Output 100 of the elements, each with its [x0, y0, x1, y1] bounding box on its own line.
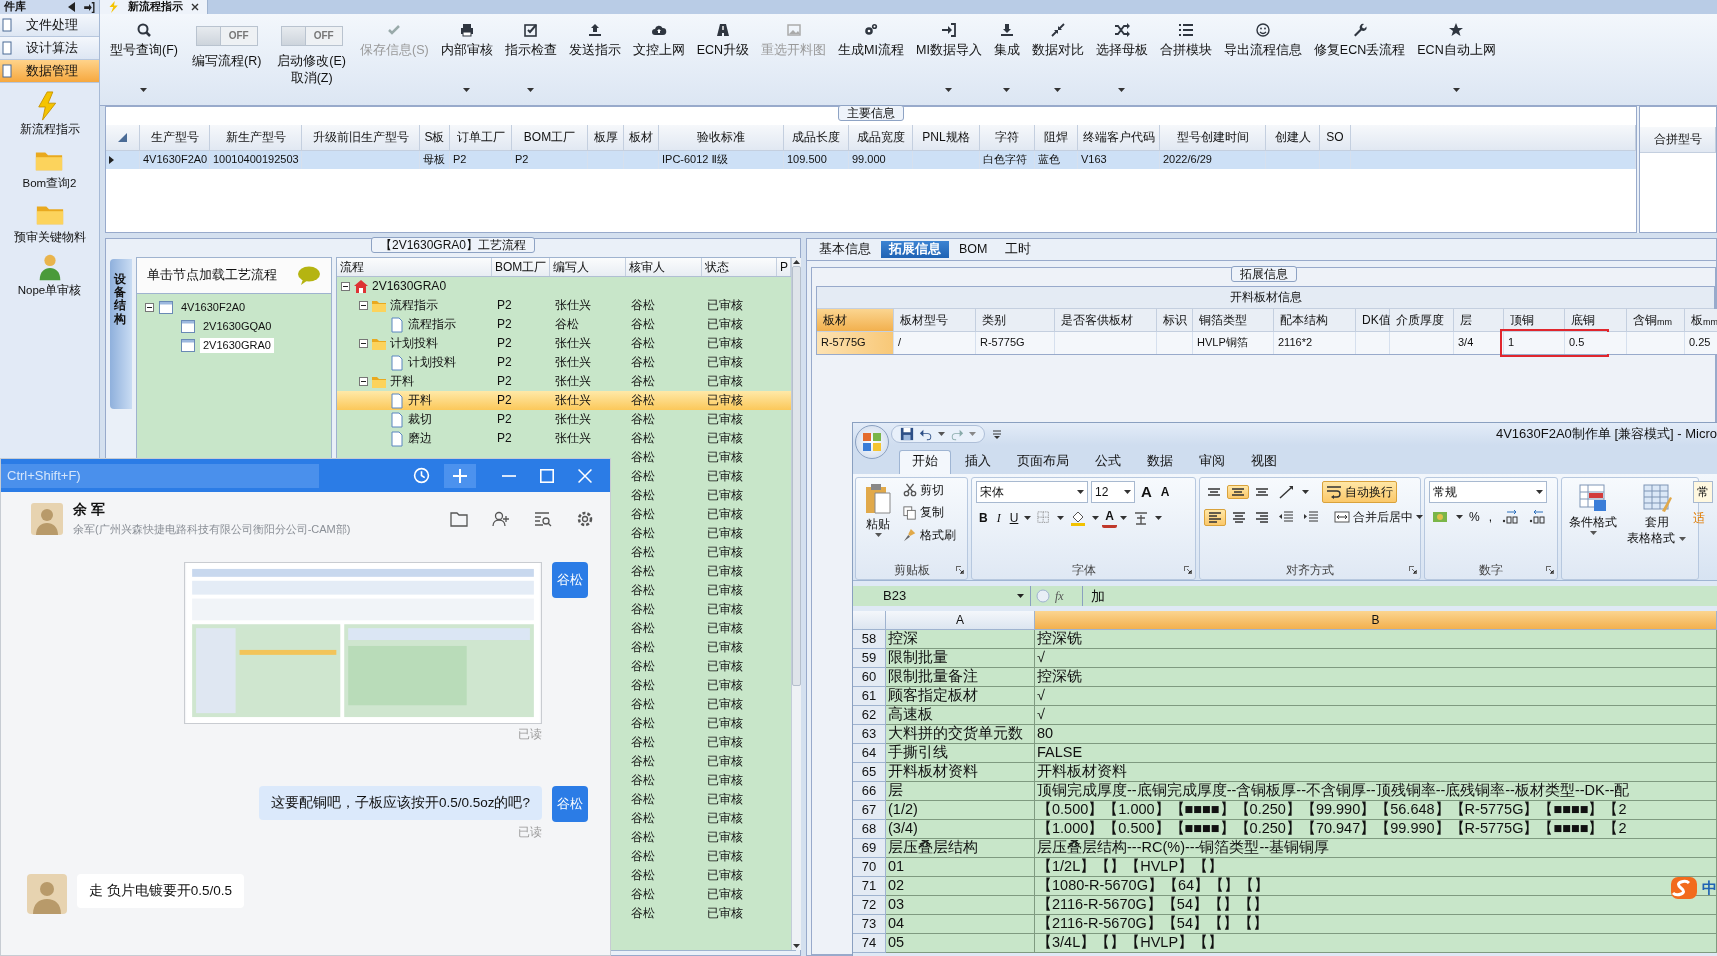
row-header[interactable]: 69 — [853, 839, 886, 858]
table-cell[interactable]: 控深铣 — [1037, 668, 1082, 686]
font-size-field[interactable]: 12 — [1091, 481, 1135, 503]
document-tab[interactable]: 新流程指示 — [100, 0, 208, 14]
font-color-button[interactable]: A — [1102, 507, 1117, 529]
tree-node[interactable]: 4V1630F2A0 — [178, 299, 249, 316]
exit-icon[interactable] — [83, 1, 95, 13]
table-cell[interactable]: 【2116-R-5670G】【54】【】【】 — [1037, 896, 1268, 914]
tab[interactable]: 公式 — [1083, 451, 1133, 474]
shortcut-button[interactable]: 预审关键物料 — [13, 198, 86, 245]
row-header[interactable]: 59 — [853, 649, 886, 668]
table-cell[interactable]: 【0.500】【1.000】【■■■■】【0.250】【99.990】【56.648】【R-5775G】【■■■■】【2 — [1037, 801, 1627, 819]
table-cell[interactable]: √ — [1037, 687, 1045, 705]
collapse-left-icon[interactable] — [68, 2, 75, 12]
row-header[interactable]: 68 — [853, 820, 886, 839]
row-header[interactable]: 65 — [853, 763, 886, 782]
shortcut-button[interactable]: 新流程指示 — [19, 91, 80, 137]
table-cell[interactable]: 01 — [888, 858, 905, 876]
table-cell[interactable]: 层压叠层结构 — [888, 839, 978, 857]
shortcut-button[interactable]: Nope单审核 — [17, 252, 82, 299]
launcher-icon[interactable] — [1409, 566, 1417, 574]
settings-icon[interactable] — [576, 510, 594, 528]
add-user-icon[interactable] — [492, 511, 510, 527]
table-cell[interactable]: 【3/4L】【】【HVLP】【】 — [1037, 934, 1224, 952]
table-cell[interactable]: 04 — [888, 915, 905, 933]
row-header[interactable]: 60 — [853, 668, 886, 687]
row-header[interactable]: 74 — [853, 934, 886, 953]
row-header[interactable]: 66 — [853, 782, 886, 801]
folder-icon[interactable] — [450, 511, 468, 527]
formula-field[interactable]: 加 — [1081, 586, 1717, 606]
percent-button[interactable]: % — [1466, 507, 1483, 527]
table-cell[interactable]: √ — [1037, 649, 1045, 667]
tree-node-label[interactable]: 裁切 — [408, 412, 432, 427]
tree-node-label[interactable]: 磨边 — [408, 431, 432, 446]
tree-node[interactable]: 2V1630GRA0 — [200, 337, 274, 354]
toolbar-button[interactable]: 修复ECN丢流程 — [1307, 22, 1412, 102]
launcher-icon[interactable] — [1546, 566, 1554, 574]
side-tab[interactable]: 设备结构 — [110, 259, 132, 409]
number-format-field[interactable]: 常规 — [1429, 481, 1547, 503]
up-arrow-icon[interactable] — [793, 260, 800, 264]
paste-button[interactable]: 粘贴 — [860, 481, 896, 558]
conditional-format-button[interactable]: 条件格式 — [1566, 481, 1620, 576]
toolbar-button[interactable]: 数据对比 — [1025, 22, 1090, 102]
tab[interactable]: 页面布局 — [1005, 451, 1081, 474]
toolbar-button[interactable]: ECN升级 — [690, 22, 756, 102]
table-cell[interactable]: FALSE — [1037, 744, 1083, 762]
row-header[interactable]: 58 — [853, 630, 886, 649]
tree-node-label[interactable]: 2V1630GRA0 — [372, 279, 447, 294]
tab[interactable]: 插入 — [953, 451, 1003, 474]
table-cell[interactable]: 层 — [888, 782, 903, 800]
toolbar-button[interactable]: MI数据导入 — [909, 22, 988, 102]
collapse-icon[interactable] — [359, 339, 368, 348]
tree-node-label[interactable]: 计划投料 — [390, 336, 438, 351]
shortcut-button[interactable]: Bom查询2 — [22, 144, 77, 191]
tab[interactable]: 工时 — [997, 241, 1040, 258]
nav-item[interactable]: 设计算法 — [0, 37, 99, 60]
toolbar-button[interactable]: 文控上网 — [626, 22, 691, 102]
toolbar-button[interactable]: 生成MI流程 — [832, 22, 910, 102]
comma-button[interactable]: , — [1485, 507, 1495, 527]
office-button[interactable] — [855, 425, 889, 459]
copy-button[interactable]: 复制 — [900, 503, 959, 522]
launcher-icon[interactable] — [956, 566, 964, 574]
row-header[interactable]: 72 — [853, 896, 886, 915]
nav-item[interactable]: 文件处理 — [0, 14, 99, 37]
table-cell[interactable]: 顾客指定板材 — [888, 687, 978, 705]
table-cell[interactable]: 限制批量 — [888, 649, 948, 667]
tab[interactable]: BOM — [951, 241, 996, 258]
row-header[interactable]: 73 — [853, 915, 886, 934]
row-header[interactable]: 70 — [853, 858, 886, 877]
add-button[interactable] — [444, 463, 476, 488]
table-format-button[interactable]: 套用 表格格式 — [1624, 481, 1689, 576]
row-selector[interactable] — [106, 151, 140, 169]
toolbar-button[interactable]: 指示检查 — [498, 22, 563, 102]
toolbar-button[interactable]: 合拼模块 — [1153, 22, 1218, 102]
table-cell[interactable]: 高速板 — [888, 706, 933, 724]
toolbar-button[interactable]: 集成 — [987, 22, 1026, 102]
table-cell[interactable]: (1/2) — [888, 801, 918, 819]
italic-button[interactable]: I — [993, 508, 1004, 527]
shrink-font-button[interactable]: A — [1157, 482, 1173, 502]
tab[interactable]: 拓展信息 — [881, 241, 949, 258]
toggle-switch[interactable]: OFF — [195, 26, 258, 46]
table-cell[interactable]: 02 — [888, 877, 905, 895]
search-field[interactable]: Ctrl+Shift+F) — [1, 463, 319, 488]
scrollbar[interactable] — [791, 258, 801, 950]
row-header[interactable]: 63 — [853, 725, 886, 744]
row-header[interactable]: 67 — [853, 801, 886, 820]
toolbar-button[interactable]: 导出流程信息 — [1217, 22, 1308, 102]
grow-font-button[interactable]: A — [1138, 481, 1155, 503]
row-header[interactable]: 61 — [853, 687, 886, 706]
table-cell[interactable]: 手撕引线 — [888, 744, 948, 762]
customize-icon[interactable] — [993, 429, 1001, 439]
toggle-switch[interactable]: OFF — [280, 26, 343, 46]
underline-button[interactable]: U — [1006, 508, 1022, 527]
bold-button[interactable]: B — [976, 508, 991, 527]
table-cell[interactable]: 开料板材资料 — [1037, 763, 1127, 781]
launcher-icon[interactable] — [1184, 566, 1192, 574]
ime-logo-icon[interactable] — [1670, 875, 1698, 901]
table-cell[interactable]: 开料板材资料 — [888, 763, 978, 781]
tree-node-label[interactable]: 开料 — [408, 393, 432, 408]
down-arrow-icon[interactable] — [793, 944, 800, 948]
